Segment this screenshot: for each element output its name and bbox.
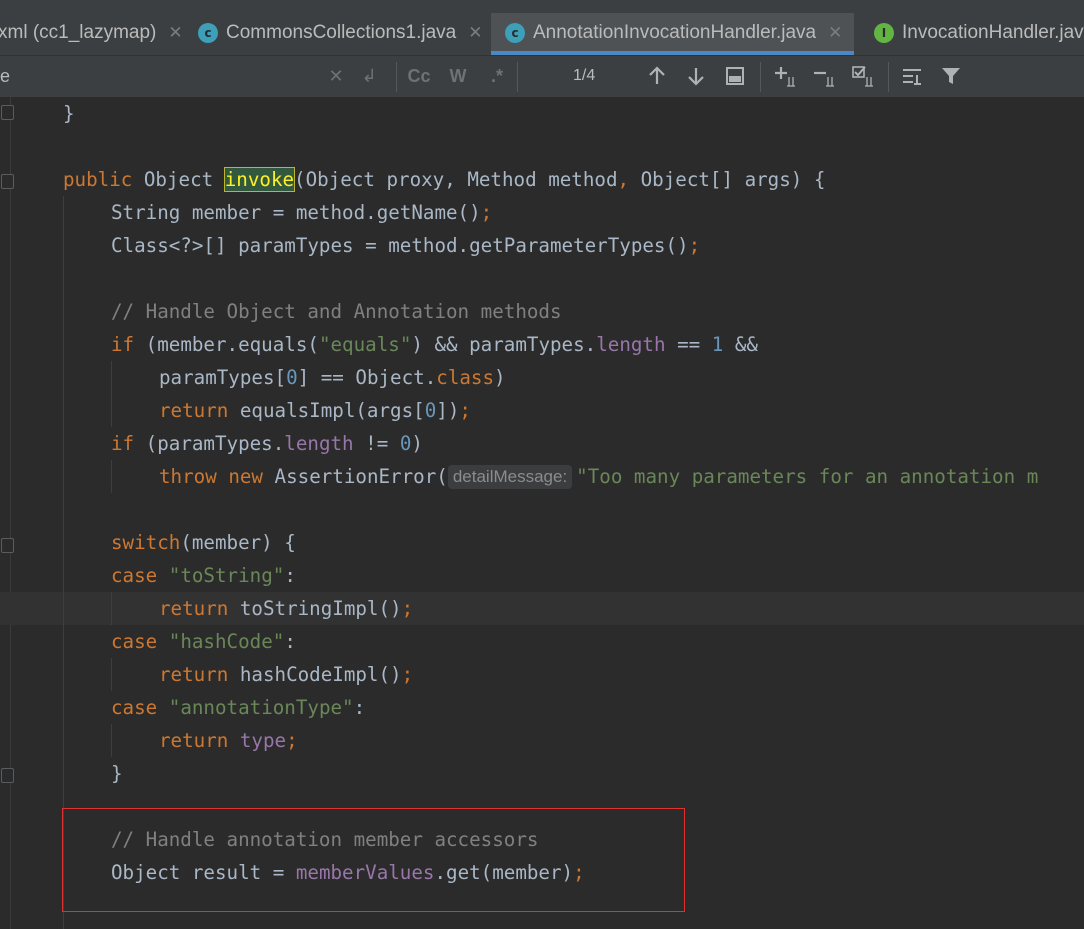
remove-occurrence-icon[interactable] xyxy=(811,62,839,90)
tab-label: CommonsCollections1.java xyxy=(226,22,457,43)
next-occurrence-icon[interactable] xyxy=(683,62,709,90)
code-line: } xyxy=(111,762,123,785)
code-line: if (paramTypes.length != 0) xyxy=(111,432,423,455)
filter-icon[interactable] xyxy=(938,62,964,90)
select-all-occurrences-icon[interactable] xyxy=(722,62,748,90)
code-line: public Object invoke(Object proxy, Metho… xyxy=(63,167,826,192)
match-count: 1/4 xyxy=(573,67,596,84)
close-icon[interactable]: ✕ xyxy=(828,23,842,43)
toolbar-divider xyxy=(888,62,889,92)
toolbar-divider xyxy=(517,62,518,92)
code-line: String member = method.getName(); xyxy=(111,201,493,224)
code-line: if (member.equals("equals") && paramType… xyxy=(111,333,758,356)
select-all-occurrences-checkbox-icon[interactable] xyxy=(850,62,878,90)
whole-words-toggle[interactable]: W xyxy=(445,62,471,90)
previous-occurrence-icon[interactable] xyxy=(644,62,670,90)
code-line: Class<?>[] paramTypes = method.getParame… xyxy=(111,234,701,257)
match-case-toggle[interactable]: Cc xyxy=(405,62,433,90)
filter-lines-icon[interactable] xyxy=(899,62,925,90)
fold-marker-icon[interactable] xyxy=(1,768,14,783)
tab-annotationinvocationhandler[interactable]: c AnnotationInvocationHandler.java ✕ xyxy=(491,13,855,55)
tab-pom-xml[interactable]: xml (cc1_lazymap) ✕ xyxy=(0,13,183,53)
close-icon[interactable]: ✕ xyxy=(168,23,182,43)
code-line: throw new AssertionError(detailMessage: "… xyxy=(159,465,1039,489)
code-line: case "toString": xyxy=(111,564,296,587)
code-line: paramTypes[0] == Object.class) xyxy=(159,366,506,389)
code-line: switch(member) { xyxy=(111,531,296,554)
toolbar-divider xyxy=(396,62,397,92)
indent-guide xyxy=(111,460,112,493)
code-line: } xyxy=(63,102,75,125)
code-line: case "hashCode": xyxy=(111,630,296,653)
indent-guide xyxy=(111,361,112,427)
add-occurrence-icon[interactable] xyxy=(772,62,800,90)
java-interface-icon: I xyxy=(874,23,894,43)
java-class-icon: c xyxy=(198,23,218,43)
fold-marker-icon[interactable] xyxy=(1,105,14,120)
code-comment: // Handle Object and Annotation methods xyxy=(111,300,562,323)
fold-marker-icon[interactable] xyxy=(1,174,14,189)
code-line: return equalsImpl(args[0]); xyxy=(159,399,471,422)
code-line: return hashCodeImpl(); xyxy=(159,663,414,686)
toolbar-divider xyxy=(760,62,761,92)
active-tab-indicator xyxy=(491,51,855,55)
tab-label: InvocationHandler.jav xyxy=(902,22,1084,43)
tab-label: AnnotationInvocationHandler.java xyxy=(533,22,817,43)
code-line: return type; xyxy=(159,729,298,752)
code-line: return toStringImpl(); xyxy=(159,597,414,620)
fold-marker-icon[interactable] xyxy=(1,538,14,553)
tab-commonscollections1[interactable]: c CommonsCollections1.java ✕ xyxy=(198,13,482,53)
java-class-icon: c xyxy=(505,23,525,43)
parameter-hint: detailMessage: xyxy=(447,465,573,489)
new-line-icon[interactable]: ↲ xyxy=(356,62,382,90)
gutter-divider xyxy=(10,97,11,929)
code-line: case "annotationType": xyxy=(111,696,366,719)
code-editor[interactable]: } public Object invoke(Object proxy, Met… xyxy=(0,97,1084,929)
indent-guide xyxy=(111,592,112,625)
indent-guide xyxy=(111,658,112,691)
search-match-highlight: invoke xyxy=(223,167,296,192)
indent-guide xyxy=(111,724,112,757)
tab-label: xml (cc1_lazymap) xyxy=(0,22,157,43)
annotation-highlight-box xyxy=(62,808,685,912)
clear-search-icon[interactable]: ✕ xyxy=(326,62,346,90)
close-icon[interactable]: ✕ xyxy=(468,23,482,43)
find-toolbar: ✕ ↲ Cc W .* 1/4 xyxy=(0,56,1084,98)
regex-toggle[interactable]: .* xyxy=(484,62,510,90)
tab-invocationhandler[interactable]: I InvocationHandler.jav xyxy=(874,13,1084,53)
editor-tab-bar: xml (cc1_lazymap) ✕ c CommonsCollections… xyxy=(0,0,1084,56)
